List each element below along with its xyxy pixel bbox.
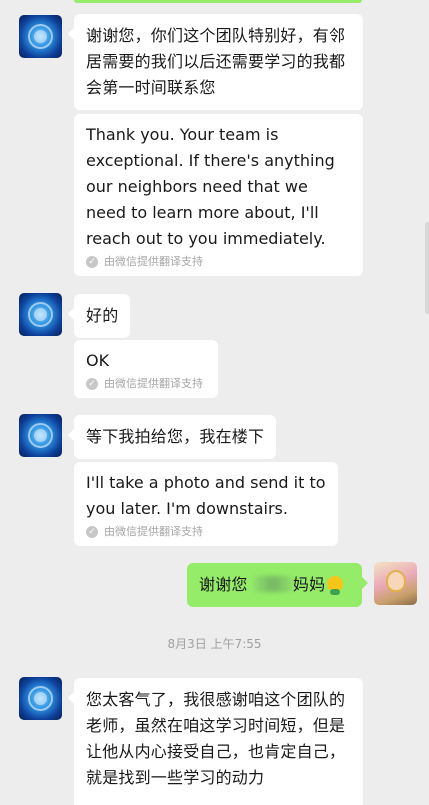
contact-avatar[interactable] — [19, 677, 62, 720]
own-message-bubble[interactable]: 谢谢您 妈妈 — [187, 563, 368, 607]
translation-credit: ✓ 由微信提供翻译支持 — [86, 376, 206, 392]
message-text: 好的 — [86, 306, 119, 325]
translation-credit-label: 由微信提供翻译支持 — [104, 525, 203, 538]
message-text-part: 谢谢您 — [199, 575, 248, 594]
message-text-part: 妈妈 — [292, 575, 326, 594]
scroll-indicator[interactable] — [425, 222, 429, 314]
contact-avatar[interactable] — [19, 414, 62, 457]
translation-credit-label: 由微信提供翻译支持 — [104, 255, 203, 268]
translation-credit: ✓ 由微信提供翻译支持 — [86, 254, 351, 270]
contact-avatar[interactable] — [19, 293, 62, 336]
translation-text: I'll take a photo and send it to you lat… — [86, 473, 326, 518]
message-text: 谢谢您，你们这个团队特别好，有邻居需要的我们以后还需要学习的我都会第一时间联系您 — [86, 26, 346, 97]
translation-bubble[interactable]: Thank you. Your team is exceptional. If … — [74, 114, 363, 276]
translation-credit-label: 由微信提供翻译支持 — [104, 377, 203, 390]
check-circle-icon: ✓ — [86, 256, 98, 268]
message-bubble[interactable]: 您太客气了，我很感谢咱这个团队的老师，虽然在咱这学习时间短，但是让他从内心接受自… — [68, 678, 363, 805]
translation-bubble[interactable]: OK ✓ 由微信提供翻译支持 — [74, 340, 218, 398]
message-bubble[interactable]: 等下我拍给您，我在楼下 — [67, 415, 277, 459]
own-avatar[interactable] — [374, 562, 417, 605]
message-bubble[interactable]: 谢谢您，你们这个团队特别好，有邻居需要的我们以后还需要学习的我都会第一时间联系您 — [68, 14, 363, 110]
previous-message-edge — [74, 0, 362, 3]
message-bubble[interactable]: 好的 — [67, 294, 131, 338]
translation-bubble[interactable]: I'll take a photo and send it to you lat… — [74, 462, 338, 546]
check-circle-icon: ✓ — [86, 378, 98, 390]
translation-text: OK — [86, 351, 110, 370]
check-circle-icon: ✓ — [86, 526, 98, 538]
chat-timestamp: 8月3日 上午7:55 — [167, 637, 262, 651]
message-text: 您太客气了，我很感谢咱这个团队的老师，虽然在咱这学习时间短，但是让他从内心接受自… — [86, 690, 346, 787]
translation-text: Thank you. Your team is exceptional. If … — [86, 125, 335, 248]
translation-credit: ✓ 由微信提供翻译支持 — [86, 524, 326, 540]
contact-avatar[interactable] — [19, 15, 62, 58]
message-text: 等下我拍给您，我在楼下 — [86, 427, 265, 446]
redacted-name — [252, 576, 293, 592]
emoji-icon — [327, 576, 344, 595]
